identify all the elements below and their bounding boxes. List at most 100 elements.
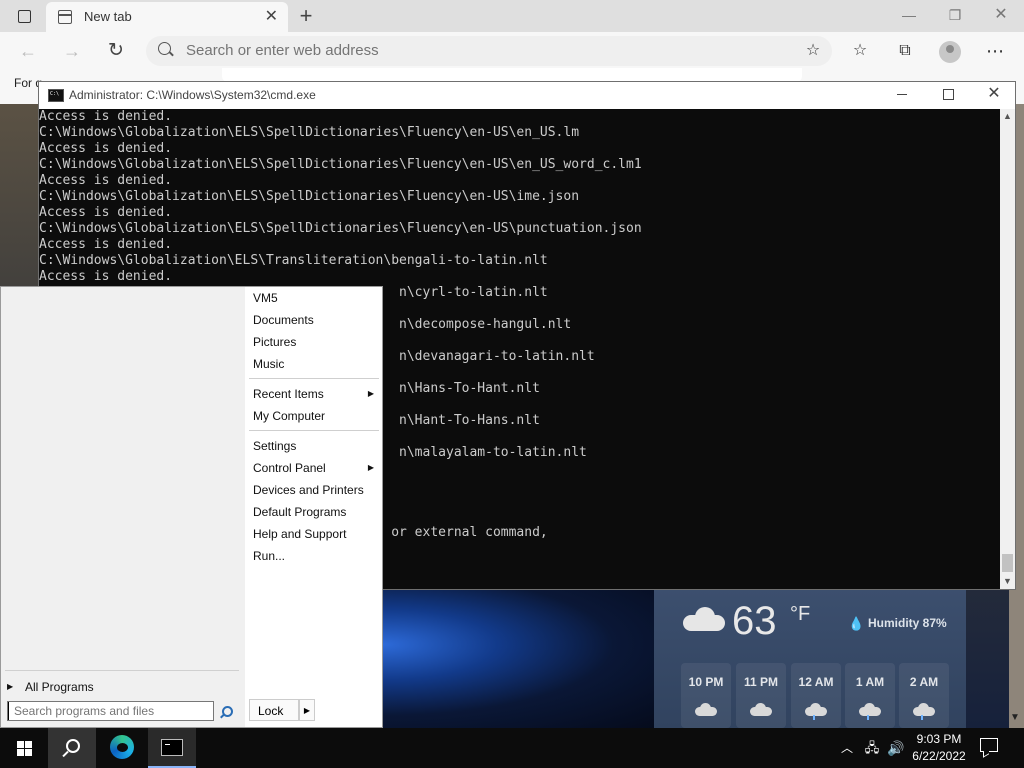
start-item-run[interactable]: Run... <box>245 545 380 567</box>
start-item-label: Help and Support <box>253 527 347 541</box>
rain-cloud-icon <box>859 703 881 720</box>
volume-icon[interactable]: 🔊 <box>886 728 906 768</box>
new-tab-page-icon <box>58 10 72 24</box>
cmd-icon <box>48 89 64 102</box>
rain-cloud-icon <box>805 703 827 720</box>
browser-close-button[interactable]: ✕ <box>978 0 1024 32</box>
console-line: C:\Windows\Globalization\ELS\SpellDictio… <box>39 221 642 236</box>
address-bar[interactable] <box>146 36 832 66</box>
forecast-hour[interactable]: 10 PM <box>681 663 731 728</box>
tab-actions-icon <box>18 10 31 23</box>
start-item-documents[interactable]: Documents <box>245 309 380 331</box>
start-item-label: VM5 <box>253 291 278 305</box>
start-search-box[interactable] <box>7 701 214 721</box>
start-item-label: Devices and Printers <box>253 483 364 497</box>
start-item-label: Run... <box>253 549 286 563</box>
search-icon <box>158 42 171 55</box>
network-icon[interactable]: 🖧 <box>862 728 882 768</box>
divider <box>5 670 239 671</box>
forward-button[interactable]: → <box>56 32 88 70</box>
back-button[interactable]: ← <box>12 32 44 70</box>
forecast-hour[interactable]: 11 PM <box>736 663 786 728</box>
show-hidden-icons-button[interactable]: ︿ <box>838 728 856 768</box>
notifications-icon[interactable] <box>980 738 998 752</box>
lock-button[interactable]: Lock <box>249 699 299 721</box>
start-search-input[interactable] <box>8 702 213 720</box>
forecast-hour-label: 2 AM <box>909 675 939 689</box>
profile-avatar[interactable] <box>939 41 961 63</box>
cmd-scrollbar[interactable]: ▲ ▼ <box>1000 109 1015 589</box>
tab-new-tab[interactable]: New tab ✕ <box>46 2 288 32</box>
start-item-pictures[interactable]: Pictures <box>245 331 380 353</box>
start-item-music[interactable]: Music <box>245 353 380 375</box>
console-line: Access is denied. <box>39 269 173 284</box>
forecast-hour-label: 10 PM <box>688 675 724 689</box>
lock-options-button[interactable]: ▶ <box>299 699 315 721</box>
browser-minimize-button[interactable]: — <box>886 0 932 32</box>
start-item-label: Music <box>253 357 285 371</box>
cmd-maximize-button[interactable] <box>925 82 971 108</box>
taskbar-cmd-button[interactable] <box>148 728 196 768</box>
wallpaper-image <box>383 589 654 728</box>
tab-actions-button[interactable] <box>10 0 38 32</box>
cmd-close-button[interactable]: ✕ <box>971 82 1017 108</box>
page-search-box[interactable] <box>222 68 802 82</box>
cmd-window-title: Administrator: C:\Windows\System32\cmd.e… <box>69 88 316 102</box>
triangle-right-icon: ▶ <box>367 463 374 472</box>
console-line: C:\Windows\Globalization\ELS\SpellDictio… <box>39 125 580 140</box>
start-item-settings[interactable]: Settings <box>245 435 380 457</box>
cmd-title-bar[interactable]: Administrator: C:\Windows\System32\cmd.e… <box>39 82 1015 109</box>
start-item-devices-and-printers[interactable]: Devices and Printers <box>245 479 380 501</box>
start-menu-right-pane: VM5 Documents Pictures Music Recent Item… <box>245 287 382 727</box>
system-clock[interactable]: 9:03 PM 6/22/2022 <box>908 731 970 765</box>
scroll-up-arrow-icon[interactable]: ▲ <box>1000 109 1015 124</box>
weather-widget[interactable]: 63 °F 💧 Humidity 87% 10 PM 11 PM 12 AM 1… <box>654 589 966 728</box>
cloud-icon <box>750 703 772 716</box>
refresh-button[interactable]: ↻ <box>100 32 132 70</box>
console-line: Access is denied. <box>39 141 173 156</box>
start-item-help-and-support[interactable]: Help and Support <box>245 523 380 545</box>
clock-date: 6/22/2022 <box>912 749 966 763</box>
collections-button[interactable]: ⧉ <box>890 32 920 70</box>
taskbar-edge-button[interactable] <box>98 728 146 768</box>
favorites-button[interactable]: ☆ <box>845 32 875 70</box>
settings-more-button[interactable]: ⋯ <box>980 32 1010 70</box>
taskbar-search-button[interactable] <box>48 728 96 768</box>
console-line: Access is denied. <box>39 237 173 252</box>
search-icon[interactable] <box>219 705 233 719</box>
add-favorite-button[interactable]: ☆ <box>798 32 828 70</box>
cmd-scroll-thumb[interactable] <box>1002 554 1013 572</box>
start-item-label: Documents <box>253 313 314 327</box>
weather-humidity: Humidity 87% <box>868 616 947 630</box>
start-item-label: Recent Items <box>253 387 324 401</box>
scroll-down-arrow-icon[interactable]: ▼ <box>1010 712 1020 723</box>
new-tab-button[interactable]: + <box>294 0 318 32</box>
start-item-vm5[interactable]: VM5 <box>245 287 380 309</box>
address-input[interactable] <box>186 36 746 66</box>
forecast-hour-label: 11 PM <box>743 675 779 689</box>
taskbar: ︿ 🖧 🔊 9:03 PM 6/22/2022 <box>0 728 1024 768</box>
start-item-label: My Computer <box>253 409 326 423</box>
forecast-hour[interactable]: 12 AM <box>791 663 841 728</box>
tab-bar: New tab ✕ + — ❐ ✕ <box>0 0 1024 32</box>
start-item-control-panel[interactable]: Control Panel ▶ <box>245 457 380 479</box>
browser-restore-button[interactable]: ❐ <box>932 0 978 32</box>
start-item-recent-items[interactable]: Recent Items ▶ <box>245 383 380 405</box>
scroll-down-arrow-icon[interactable]: ▼ <box>1000 574 1015 589</box>
all-programs-button[interactable]: ▶ All Programs <box>7 676 239 698</box>
tab-title: New tab <box>84 9 132 24</box>
cmd-minimize-button[interactable] <box>879 82 925 108</box>
rain-cloud-icon <box>913 703 935 720</box>
start-item-default-programs[interactable]: Default Programs <box>245 501 380 523</box>
tab-close-icon[interactable]: ✕ <box>265 2 278 32</box>
maximize-icon <box>943 89 954 100</box>
forecast-hour[interactable]: 1 AM <box>845 663 895 728</box>
console-line: C:\Windows\Globalization\ELS\Translitera… <box>39 253 548 268</box>
start-item-my-computer[interactable]: My Computer <box>245 405 380 427</box>
humidity-icon: 💧 <box>848 616 865 631</box>
start-button[interactable] <box>0 728 48 768</box>
start-item-label: Control Panel <box>253 461 326 475</box>
weather-unit: °F <box>790 603 811 625</box>
forecast-hour[interactable]: 2 AM <box>899 663 949 728</box>
start-item-label: Default Programs <box>253 505 347 519</box>
